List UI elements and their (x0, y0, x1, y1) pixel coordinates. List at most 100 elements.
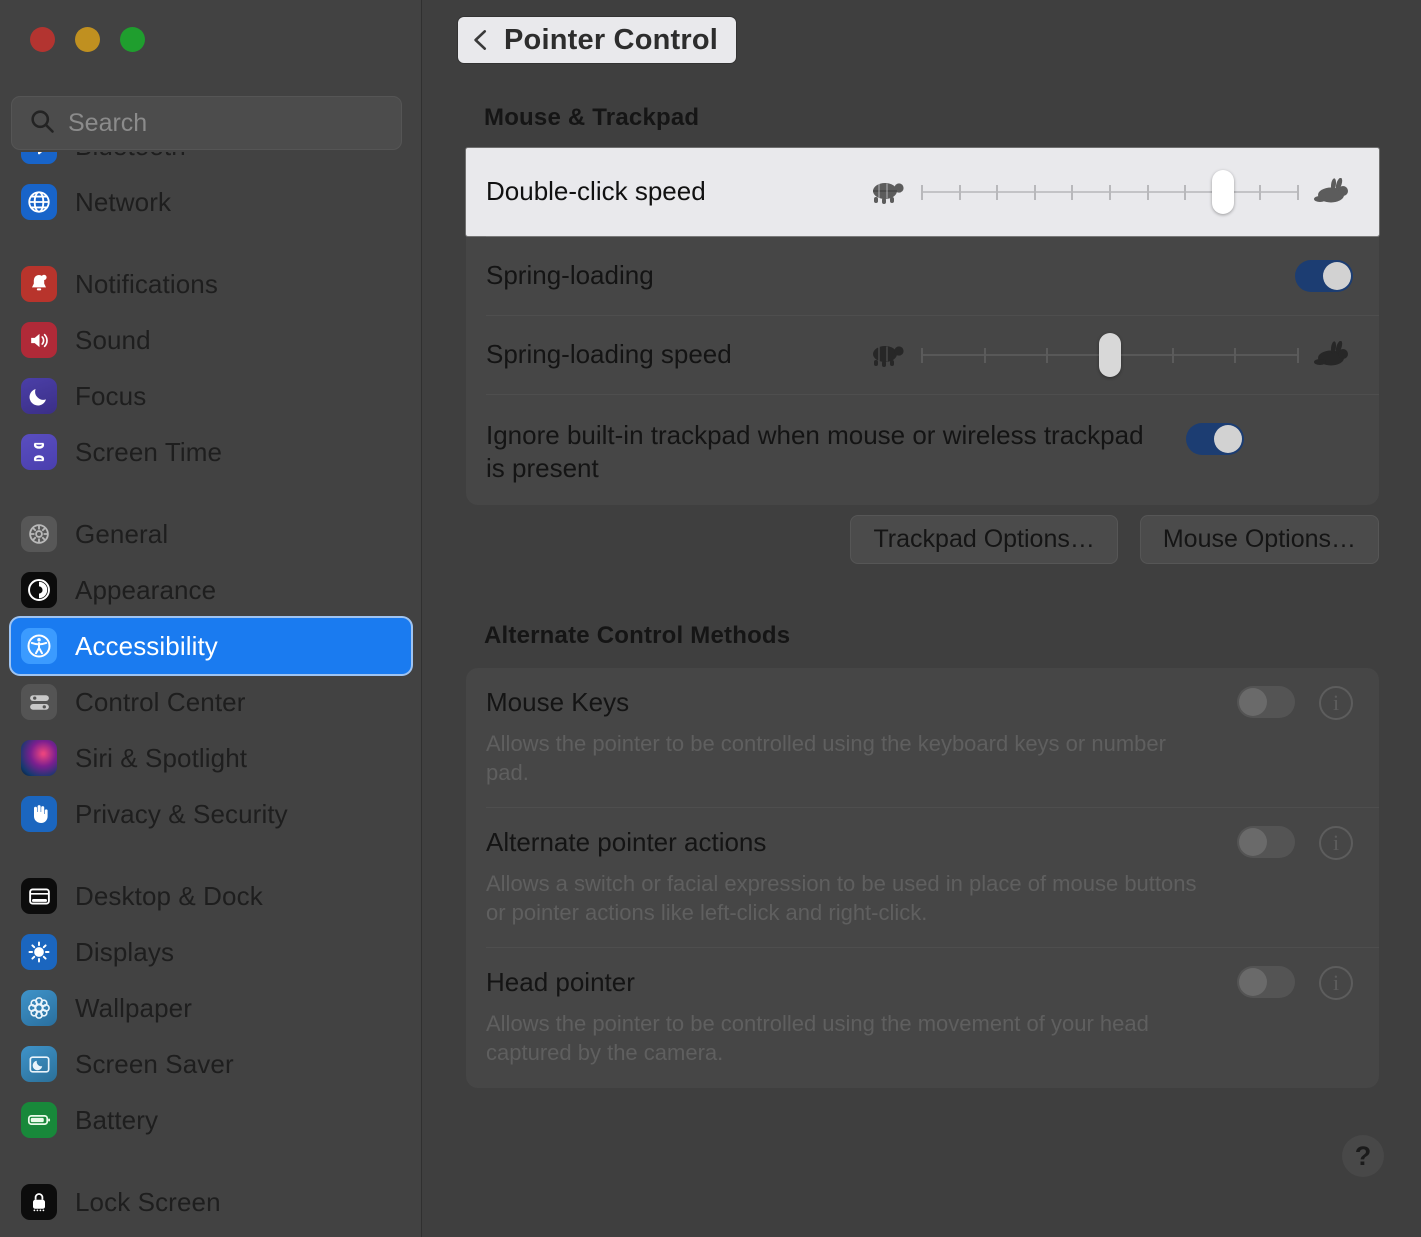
spring-loading-speed-track[interactable] (921, 333, 1299, 377)
row-ignore-builtin-trackpad[interactable]: Ignore built-in trackpad when mouse or w… (466, 395, 1379, 505)
app-icon (21, 1102, 57, 1138)
sidebar-item-displays[interactable]: Displays (11, 924, 411, 980)
ignore-builtin-trackpad-toggle[interactable] (1186, 423, 1244, 455)
sidebar-item-label: Siri & Spotlight (75, 742, 248, 773)
mouse-keys-info-icon[interactable]: i (1319, 686, 1353, 720)
sidebar-item-desktop-dock[interactable]: Desktop & Dock (11, 868, 411, 924)
sidebar-item-bluetooth[interactable]: Bluetooth (11, 152, 411, 174)
spring-loading-toggle[interactable] (1295, 260, 1353, 292)
double-click-speed-track[interactable] (921, 170, 1299, 214)
sidebar-item-label: Accessibility (75, 630, 218, 661)
sidebar-item-notifications[interactable]: Notifications (11, 256, 411, 312)
sidebar-item-label: Sound (75, 324, 151, 355)
alternate-pointer-actions-toggle[interactable] (1237, 826, 1295, 859)
slider-tick (921, 185, 923, 200)
sidebar-item-network[interactable]: Network (11, 174, 411, 230)
minimize-window-button[interactable] (75, 27, 100, 52)
sidebar-item-label: Privacy & Security (75, 798, 288, 829)
sidebar-item-label: Screen Time (75, 436, 223, 467)
row-label: Mouse Keys (486, 687, 630, 717)
search-input[interactable] (68, 108, 385, 138)
zoom-window-button[interactable] (120, 27, 145, 52)
row-double-click-speed[interactable]: Double-click speed (466, 148, 1379, 236)
slider-tick (1109, 185, 1111, 200)
app-icon (21, 990, 57, 1026)
slider-tick (996, 185, 999, 200)
sidebar-group: Desktop & Dock Displays Wallpaper Screen Sa… (11, 868, 411, 1174)
sidebar-item-battery[interactable]: Battery (11, 1092, 411, 1148)
row-spring-loading-speed[interactable]: Spring-loading speed (466, 316, 1379, 394)
page-title: Pointer Control (504, 23, 719, 56)
double-click-speed-slider[interactable] (867, 170, 1353, 214)
app-icon (21, 796, 57, 832)
chevron-left-icon[interactable] (468, 25, 494, 55)
row-label: Alternate pointer actions (486, 827, 767, 858)
head-pointer-toggle[interactable] (1237, 966, 1295, 999)
sidebar-item-screen-time[interactable]: Screen Time (11, 424, 411, 480)
sidebar-item-appearance[interactable]: Appearance (11, 562, 411, 618)
sidebar-item-sound[interactable]: Sound (11, 312, 411, 368)
search-field[interactable] (11, 96, 402, 150)
close-window-button[interactable] (30, 27, 55, 52)
sidebar-group: Bluetooth Network (11, 152, 411, 256)
row-label: Spring-loading speed (486, 339, 732, 370)
sidebar-item-accessibility[interactable]: Accessibility (11, 618, 411, 674)
app-icon (21, 184, 57, 220)
turtle-icon (867, 175, 909, 209)
sidebar-item-siri-spotlight[interactable]: Siri & Spotlight (11, 730, 411, 786)
app-icon (21, 878, 57, 914)
sidebar-group: General Appearance Accessibility Control Ce… (11, 506, 411, 868)
slider-tick (958, 185, 961, 200)
slider-tick (1171, 348, 1174, 363)
slider-tick (1297, 348, 1299, 363)
row-alternate-pointer-actions[interactable]: Alternate pointer actions i Allows a swi… (466, 808, 1379, 947)
pane-header: Pointer Control (458, 17, 737, 63)
row-description: Allows the pointer to be controlled usin… (486, 731, 1166, 785)
mouse-options-button[interactable]: Mouse Options… (1139, 515, 1379, 564)
sidebar: Bluetooth Network Notifications Sound Focus S… (0, 0, 422, 1237)
slider-tick (1297, 185, 1299, 200)
sidebar-item-wallpaper[interactable]: Wallpaper (11, 980, 411, 1036)
help-button[interactable]: ? (1342, 1135, 1384, 1177)
window-traffic-lights (30, 27, 145, 52)
app-icon (21, 152, 57, 164)
slider-thumb[interactable] (1099, 333, 1121, 377)
row-label: Spring-loading (486, 260, 654, 291)
slider-thumb[interactable] (1211, 170, 1234, 214)
slider-tick (1234, 348, 1237, 363)
app-icon (21, 1046, 57, 1082)
spring-loading-speed-slider[interactable] (867, 333, 1353, 377)
row-spring-loading[interactable]: Spring-loading (466, 237, 1379, 315)
mouse-keys-toggle[interactable] (1237, 686, 1295, 718)
sidebar-item-label: Focus (75, 380, 147, 411)
section-title-mouse-trackpad: Mouse & Trackpad (484, 104, 700, 131)
sidebar-item-lock-screen[interactable]: Lock Screen (11, 1174, 411, 1230)
sidebar-nav: Bluetooth Network Notifications Sound Focus S… (0, 152, 421, 1237)
row-mouse-keys[interactable]: Mouse Keys i Allows the pointer to be co… (466, 668, 1379, 807)
sidebar-item-label: Control Center (75, 686, 246, 717)
sidebar-item-screen-saver[interactable]: Screen Saver (11, 1036, 411, 1092)
sidebar-item-control-center[interactable]: Control Center (11, 674, 411, 730)
app-icon (21, 628, 57, 664)
sidebar-item-general[interactable]: General (11, 506, 411, 562)
sidebar-item-label: Desktop & Dock (75, 880, 263, 911)
sidebar-item-privacy-security[interactable]: Privacy & Security (11, 786, 411, 842)
sidebar-item-label: Wallpaper (75, 992, 192, 1023)
sidebar-group: Notifications Sound Focus Screen Time (11, 256, 411, 506)
row-label: Ignore built-in trackpad when mouse or w… (486, 420, 1144, 484)
row-head-pointer[interactable]: Head pointer i Allows the pointer to be … (466, 948, 1379, 1087)
head-pointer-info-icon[interactable]: i (1319, 966, 1353, 1001)
alternate-pointer-actions-info-icon[interactable]: i (1319, 826, 1353, 861)
toggle-knob (1323, 262, 1351, 290)
app-icon (21, 378, 57, 414)
toggle-knob (1239, 968, 1267, 997)
app-icon (21, 266, 57, 302)
toggle-knob (1214, 425, 1242, 453)
slider-tick (1146, 185, 1149, 200)
slider-tick (983, 348, 986, 363)
turtle-icon (867, 338, 909, 372)
trackpad-options-button[interactable]: Trackpad Options… (850, 515, 1118, 564)
slider-tick (1184, 185, 1187, 200)
search-icon (28, 107, 56, 140)
sidebar-item-focus[interactable]: Focus (11, 368, 411, 424)
